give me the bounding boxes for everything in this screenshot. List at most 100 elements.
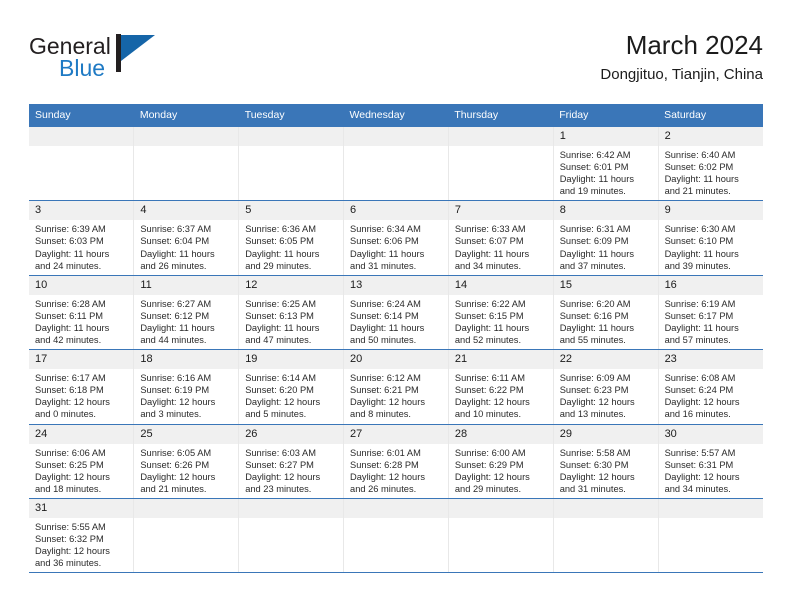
sunrise-text: Sunrise: 6:39 AM (35, 224, 106, 235)
day-sun-info: Sunrise: 6:08 AM Sunset: 6:24 PM Daylight:… (659, 369, 763, 423)
day-sun-info: Sunrise: 6:24 AM Sunset: 6:14 PM Daylight:… (344, 295, 448, 349)
calendar-day-cell[interactable]: 27 Sunrise: 6:01 AM Sunset: 6:28 PM Dayligh… (343, 424, 449, 499)
daylight-text-line2: and 29 minutes. (454, 483, 522, 494)
sunrise-text: Sunrise: 6:14 AM (245, 373, 316, 384)
day-number (448, 498, 553, 518)
daylight-text-line2: and 42 minutes. (35, 335, 102, 346)
daylight-text-line2: and 18 minutes. (35, 483, 102, 494)
calendar-day-cell-empty (29, 127, 135, 202)
calendar-table: Sunday Monday Tuesday Wednesday Thursday… (29, 104, 763, 574)
sunrise-text: Sunrise: 6:19 AM (664, 298, 736, 309)
calendar-day-cell[interactable]: 31 Sunrise: 5:55 AM Sunset: 6:32 PM Dayligh… (29, 498, 135, 574)
daylight-text-line1: Daylight: 11 hours (664, 174, 739, 185)
calendar-day-cell[interactable]: 1 Sunrise: 6:42 AM Sunset: 6:01 PM Daylight… (553, 127, 659, 202)
sunset-text: Sunset: 6:09 PM (559, 236, 629, 247)
daylight-text-line2: and 24 minutes. (35, 260, 102, 271)
calendar-day-cell[interactable]: 29 Sunrise: 5:58 AM Sunset: 6:30 PM Dayligh… (553, 424, 659, 499)
daylight-text-line1: Daylight: 12 hours (350, 397, 425, 408)
calendar-day-cell[interactable]: 16 Sunrise: 6:19 AM Sunset: 6:17 PM Dayligh… (658, 275, 763, 351)
calendar-day-cell[interactable]: 25 Sunrise: 6:05 AM Sunset: 6:26 PM Dayligh… (133, 424, 240, 499)
day-number: 31 (29, 498, 134, 518)
brand-logo[interactable]: General Blue (29, 33, 259, 93)
daylight-text-line1: Daylight: 11 hours (559, 248, 634, 259)
sunset-text: Sunset: 6:21 PM (350, 385, 419, 396)
sunset-text: Sunset: 6:26 PM (140, 459, 210, 470)
calendar-day-cell[interactable]: 2 Sunrise: 6:40 AM Sunset: 6:02 PM Daylight… (658, 127, 763, 202)
calendar-day-cell[interactable]: 20 Sunrise: 6:12 AM Sunset: 6:21 PM Dayligh… (343, 349, 449, 425)
calendar-day-cell[interactable]: 9 Sunrise: 6:30 AM Sunset: 6:10 PM Daylight… (658, 200, 763, 276)
calendar-day-cell[interactable]: 11 Sunrise: 6:27 AM Sunset: 6:12 PM Dayligh… (133, 275, 240, 351)
calendar-day-cell-empty (343, 127, 449, 202)
calendar-day-cell-empty (448, 498, 554, 574)
sunrise-text: Sunrise: 6:25 AM (245, 298, 316, 309)
day-sun-info: Sunrise: 6:22 AM Sunset: 6:15 PM Daylight:… (449, 295, 553, 349)
day-sun-info: Sunrise: 6:36 AM Sunset: 6:05 PM Daylight:… (239, 220, 343, 274)
calendar-day-cell[interactable]: 12 Sunrise: 6:25 AM Sunset: 6:13 PM Dayligh… (238, 275, 345, 351)
sunset-text: Sunset: 6:25 PM (35, 459, 104, 470)
daylight-text-line2: and 0 minutes. (35, 409, 96, 420)
calendar-day-cell[interactable]: 15 Sunrise: 6:20 AM Sunset: 6:16 PM Dayligh… (553, 275, 659, 351)
sunset-text: Sunset: 6:29 PM (454, 459, 524, 470)
calendar-day-cell[interactable]: 5 Sunrise: 6:36 AM Sunset: 6:05 PM Daylight… (238, 200, 345, 276)
day-number (239, 127, 344, 146)
calendar-day-cell[interactable]: 3 Sunrise: 6:39 AM Sunset: 6:03 PM Daylight… (29, 200, 135, 276)
sunrise-text: Sunrise: 6:20 AM (559, 298, 631, 309)
sunrise-text: Sunrise: 6:24 AM (350, 298, 421, 309)
weekday-header-sunday: Sunday (29, 104, 134, 127)
day-number (553, 498, 658, 518)
calendar-day-cell[interactable]: 23 Sunrise: 6:08 AM Sunset: 6:24 PM Dayligh… (658, 349, 763, 425)
day-number: 21 (448, 350, 553, 370)
page-subtitle: Dongjituo, Tianjin, China (600, 66, 763, 83)
daylight-text-line2: and 19 minutes. (559, 186, 626, 197)
sunrise-text: Sunrise: 6:30 AM (664, 224, 736, 235)
daylight-text-line2: and 37 minutes. (559, 260, 626, 271)
sunset-text: Sunset: 6:01 PM (559, 162, 629, 173)
calendar-day-cell[interactable]: 13 Sunrise: 6:24 AM Sunset: 6:14 PM Dayligh… (343, 275, 449, 351)
day-number: 6 (344, 201, 448, 221)
daylight-text-line1: Daylight: 11 hours (350, 248, 425, 259)
day-number: 30 (658, 424, 763, 444)
flag-triangle-icon (121, 35, 155, 61)
sunset-text: Sunset: 6:05 PM (245, 236, 314, 247)
calendar-day-cell[interactable]: 24 Sunrise: 6:06 AM Sunset: 6:25 PM Dayligh… (29, 424, 135, 499)
calendar-day-cell[interactable]: 26 Sunrise: 6:03 AM Sunset: 6:27 PM Dayligh… (238, 424, 345, 499)
calendar-day-cell[interactable]: 6 Sunrise: 6:34 AM Sunset: 6:06 PM Daylight… (343, 200, 449, 276)
calendar-day-cell[interactable]: 19 Sunrise: 6:14 AM Sunset: 6:20 PM Dayligh… (238, 349, 345, 425)
calendar-day-cell[interactable]: 4 Sunrise: 6:37 AM Sunset: 6:04 PM Daylight… (133, 200, 240, 276)
daylight-text-line1: Daylight: 12 hours (245, 397, 321, 408)
calendar-day-cell-empty (448, 127, 554, 202)
day-sun-info: Sunrise: 6:28 AM Sunset: 6:11 PM Daylight:… (29, 295, 133, 349)
calendar-day-cell[interactable]: 22 Sunrise: 6:09 AM Sunset: 6:23 PM Dayligh… (553, 349, 659, 425)
day-number: 16 (658, 275, 763, 295)
daylight-text-line1: Daylight: 11 hours (350, 322, 425, 333)
calendar-day-cell[interactable]: 28 Sunrise: 6:00 AM Sunset: 6:29 PM Dayligh… (448, 424, 554, 499)
calendar-week-row: 3 Sunrise: 6:39 AM Sunset: 6:03 PM Daylight… (29, 200, 763, 276)
daylight-text-line2: and 55 minutes. (559, 335, 626, 346)
day-number: 2 (658, 127, 763, 146)
day-sun-info: Sunrise: 6:12 AM Sunset: 6:21 PM Daylight:… (344, 369, 448, 423)
sunrise-text: Sunrise: 6:22 AM (454, 298, 526, 309)
calendar-day-cell-empty (133, 498, 240, 574)
calendar-day-cell[interactable]: 14 Sunrise: 6:22 AM Sunset: 6:15 PM Dayligh… (448, 275, 554, 351)
calendar-day-cell[interactable]: 18 Sunrise: 6:16 AM Sunset: 6:19 PM Dayligh… (133, 349, 240, 425)
daylight-text-line2: and 21 minutes. (664, 186, 731, 197)
sunrise-text: Sunrise: 5:58 AM (559, 447, 631, 458)
calendar-day-cell[interactable]: 10 Sunrise: 6:28 AM Sunset: 6:11 PM Dayligh… (29, 275, 135, 351)
day-number: 17 (29, 350, 134, 370)
calendar-day-cell[interactable]: 17 Sunrise: 6:17 AM Sunset: 6:18 PM Dayligh… (29, 349, 135, 425)
daylight-text-line2: and 26 minutes. (140, 260, 207, 271)
calendar-day-cell[interactable]: 21 Sunrise: 6:11 AM Sunset: 6:22 PM Dayligh… (448, 349, 554, 425)
sunset-text: Sunset: 6:03 PM (35, 236, 104, 247)
calendar-day-cell[interactable]: 30 Sunrise: 5:57 AM Sunset: 6:31 PM Dayligh… (658, 424, 763, 499)
sunrise-text: Sunrise: 6:06 AM (35, 447, 106, 458)
sunset-text: Sunset: 6:17 PM (664, 310, 734, 321)
weekday-header-monday: Monday (133, 104, 239, 127)
day-number (134, 498, 239, 518)
page-header: General Blue March 2024 Dongjituo, Tianj… (29, 28, 763, 98)
daylight-text-line1: Daylight: 11 hours (664, 322, 739, 333)
calendar-day-cell[interactable]: 7 Sunrise: 6:33 AM Sunset: 6:07 PM Daylight… (448, 200, 554, 276)
day-number: 7 (448, 201, 553, 221)
sunset-text: Sunset: 6:04 PM (140, 236, 210, 247)
calendar-day-cell[interactable]: 8 Sunrise: 6:31 AM Sunset: 6:09 PM Daylight… (553, 200, 659, 276)
day-number: 27 (344, 424, 448, 444)
